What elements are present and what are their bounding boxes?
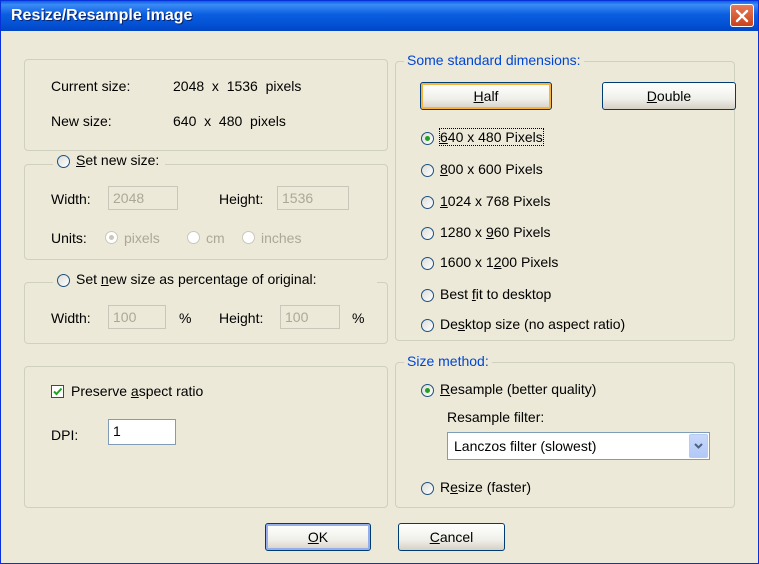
set-new-size-radio[interactable]	[57, 155, 70, 168]
pct-width-label: Width:	[51, 310, 91, 326]
checkmark-icon	[53, 387, 63, 396]
ok-button[interactable]: OK	[265, 523, 371, 551]
pct-height-label: Height:	[219, 310, 264, 326]
resize-radio[interactable]	[421, 482, 434, 495]
set-new-size-label: Set new size:	[76, 152, 160, 168]
width-label: Width:	[51, 191, 91, 207]
set-new-size-option[interactable]: Set new size: Set new size:	[53, 152, 166, 172]
pct-height-input[interactable]: 100	[280, 305, 340, 329]
units-pixels-radio[interactable]	[105, 231, 118, 244]
dpi-label: DPI:	[51, 427, 79, 443]
percentage-radio[interactable]	[57, 274, 70, 287]
option-best-fit-radio[interactable]	[421, 289, 434, 302]
height-label: Height:	[219, 191, 264, 207]
width-input[interactable]: 2048	[108, 186, 178, 210]
resample-label[interactable]: Resample (better quality)	[440, 381, 596, 397]
half-button[interactable]: Half	[420, 82, 552, 110]
option-800x600-radio[interactable]	[421, 164, 434, 177]
dpi-input[interactable]: 1	[108, 419, 176, 445]
standard-dimensions-legend: Some standard dimensions:	[404, 52, 584, 68]
double-button[interactable]: Double	[602, 82, 736, 110]
cancel-button[interactable]: Cancel	[398, 523, 505, 551]
units-inches-radio[interactable]	[242, 231, 255, 244]
percentage-label: Set new size as percentage of original:	[76, 271, 317, 287]
units-cm-radio[interactable]	[187, 231, 200, 244]
preserve-aspect-checkbox[interactable]	[51, 385, 64, 398]
option-1280x960-label[interactable]: 1280 x 960 Pixels	[440, 224, 551, 240]
new-size-value: 640 x 480 pixels	[173, 113, 286, 129]
option-desktop-size-label[interactable]: Desktop size (no aspect ratio)	[440, 316, 625, 332]
pct-width-input[interactable]: 100	[108, 305, 166, 329]
option-640x480-label[interactable]: 640 x 480 Pixels	[439, 128, 544, 146]
option-1280x960-radio[interactable]	[421, 227, 434, 240]
units-cm-label: cm	[206, 230, 225, 246]
resample-filter-label: Resample filter:	[447, 409, 545, 425]
option-1600x1200-label[interactable]: 1600 x 1200 Pixels	[440, 254, 558, 270]
resample-radio[interactable]	[421, 384, 434, 397]
pct-width-unit: %	[179, 310, 192, 326]
close-icon	[735, 9, 749, 23]
chevron-down-icon	[694, 443, 703, 449]
option-1024x768-radio[interactable]	[421, 196, 434, 209]
option-desktop-size-radio[interactable]	[421, 319, 434, 332]
height-input[interactable]: 1536	[277, 186, 349, 210]
preserve-aspect-label: Preserve aspect ratio	[71, 383, 204, 399]
dropdown-arrow-button[interactable]	[689, 434, 708, 458]
close-button[interactable]	[730, 4, 754, 27]
resize-dialog: Resize/Resample image Current size: 2048…	[0, 0, 759, 564]
new-size-label: New size:	[51, 113, 112, 129]
resample-filter-select[interactable]: Lanczos filter (slowest)	[447, 432, 710, 460]
dialog-title: Resize/Resample image	[11, 7, 193, 24]
units-label: Units:	[51, 230, 87, 246]
current-size-label: Current size:	[51, 78, 131, 94]
option-800x600-label[interactable]: 800 x 600 Pixels	[440, 161, 543, 177]
size-info-panel	[24, 59, 388, 151]
option-best-fit-label[interactable]: Best fit to desktop	[440, 286, 551, 302]
current-size-value: 2048 x 1536 pixels	[173, 78, 302, 94]
units-pixels-label: pixels	[124, 230, 160, 246]
option-640x480-radio[interactable]	[421, 132, 434, 145]
option-1600x1200-radio[interactable]	[421, 257, 434, 270]
units-inches-label: inches	[261, 230, 302, 246]
resample-filter-value: Lanczos filter (slowest)	[454, 438, 597, 454]
size-method-legend: Size method:	[404, 353, 492, 369]
pct-height-unit: %	[352, 310, 365, 326]
title-bar[interactable]: Resize/Resample image	[1, 1, 758, 31]
resize-label[interactable]: Resize (faster)	[440, 479, 531, 495]
percentage-option[interactable]: Set new size as percentage of original:	[53, 271, 377, 291]
option-1024x768-label[interactable]: 1024 x 768 Pixels	[440, 193, 551, 209]
